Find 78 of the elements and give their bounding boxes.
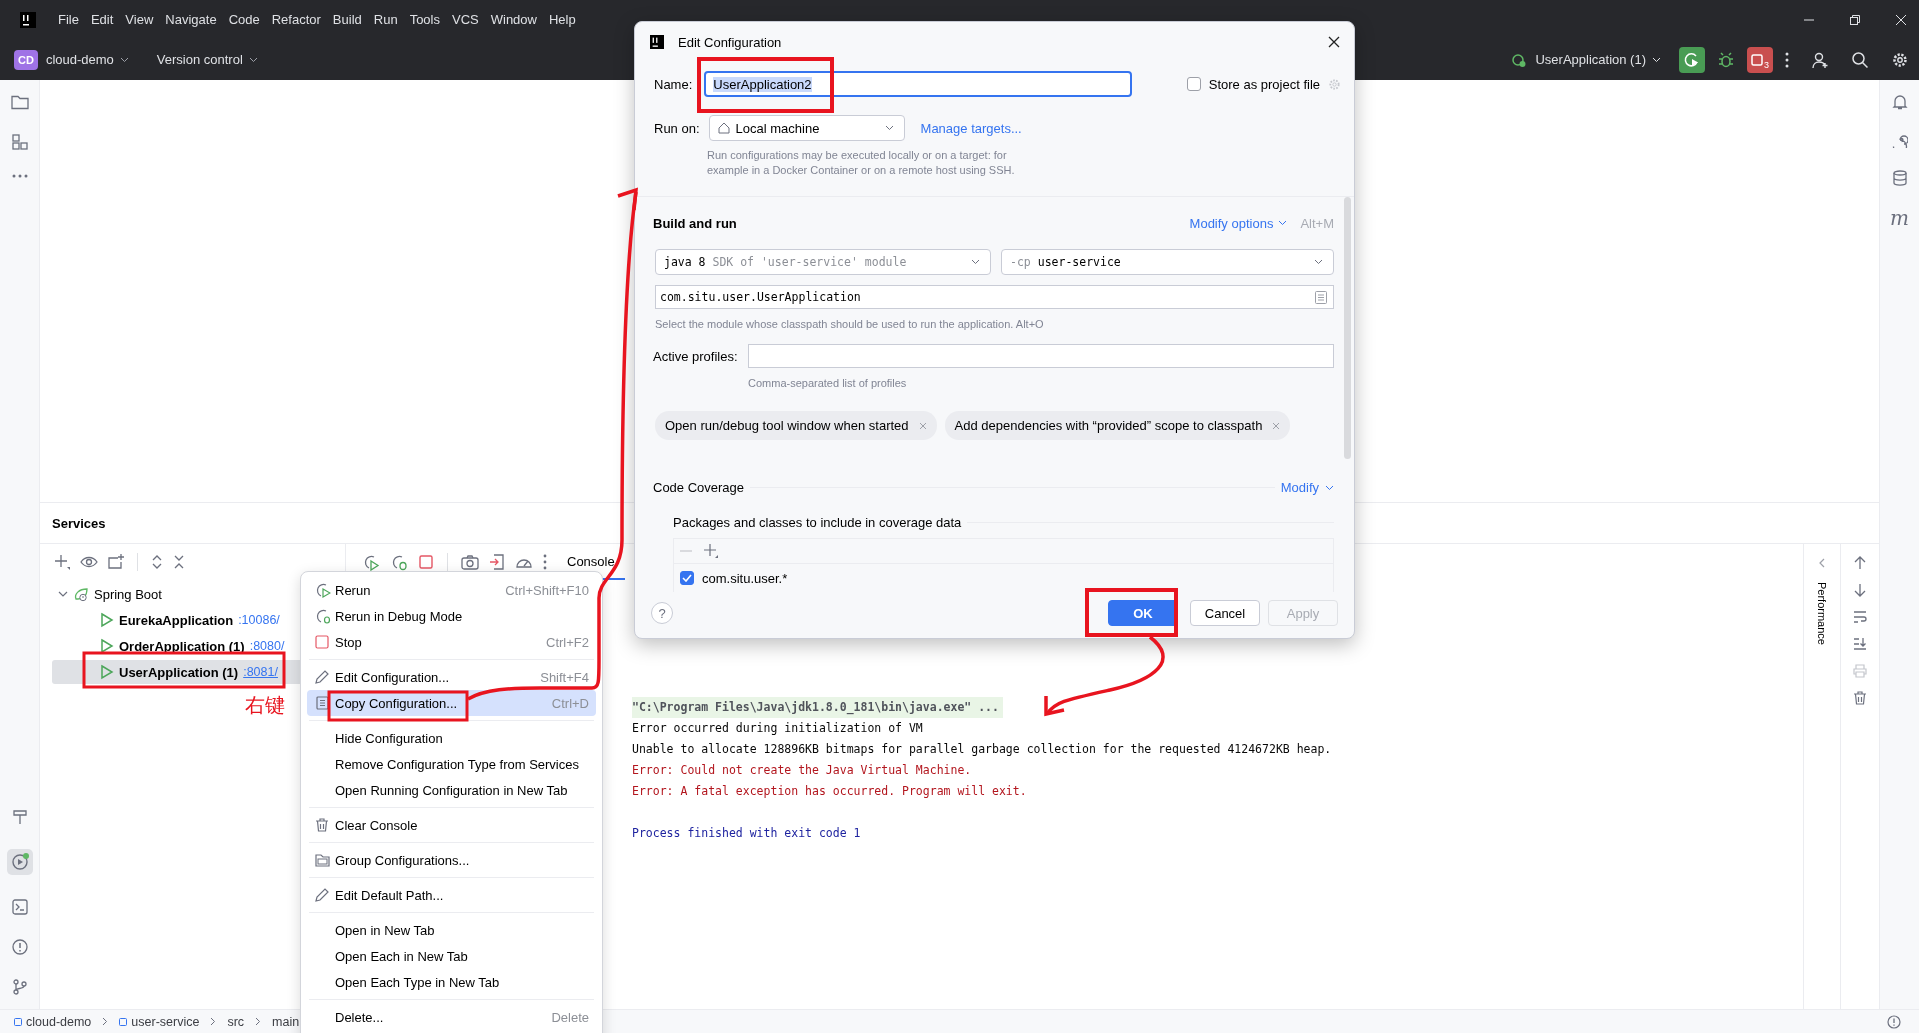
breadcrumb[interactable]: cloud-demo [26,1014,92,1029]
modify-link[interactable]: Modify [1280,480,1319,495]
pattern-label: com.situ.user.* [702,570,788,586]
hint-text: Comma-separated list of profiles [747,377,908,389]
menu-item[interactable]: Run [367,10,404,29]
service-name: EurekaApplication [119,612,234,628]
option-chip[interactable]: Add dependencies with “provided” scope to classpath [944,411,1291,440]
menu-item[interactable]: File [52,10,85,29]
shortcut-hint: Delete [551,1009,589,1025]
project-dropdown[interactable]: cloud-demo [43,52,114,67]
menu-item[interactable]: Open in New Tab [307,917,596,943]
menu-item[interactable]: Open Each in New Tab [307,943,596,969]
modify-options-link[interactable]: Modify options [1189,215,1274,231]
checkbox-label: Store as project file [1208,76,1320,92]
console-line: Error: A fatal exception has occurred. Program will exit. [632,783,1028,800]
run-config-dropdown[interactable]: UserApplication (1) [1533,52,1646,67]
section-title: Build and run [653,215,737,231]
console-line: Error occurred during initialization of VM [632,720,924,737]
menu-item[interactable]: Tools [403,10,446,29]
menu-item[interactable]: Edit [84,10,120,29]
dialog-button[interactable]: Cancel [1190,600,1260,626]
field-label: Name: [654,76,693,92]
menu-item[interactable]: Open Running Configuration in New Tab [307,777,596,803]
shortcut-hint: Ctrl+F2 [546,634,589,650]
hint-text: Run configurations may be executed locally or on a target: for example in a Docker Container or on a remote host using SSH. [706,148,1016,178]
vcs-dropdown[interactable]: Version control [154,52,243,67]
menu-item[interactable]: Copy Configuration... Ctrl+D [307,690,596,716]
field-label: Active profiles: [653,348,738,364]
console-line: Error: Could not create the Java Virtual Machine. [632,762,973,779]
menu-item[interactable]: Refactor [265,10,327,29]
manage-targets-link[interactable]: Manage targets... [920,120,1022,136]
console-line: Unable to allocate 128896KB bitmaps for parallel garbage collection for the requested 4124672KB heap. [632,741,1333,758]
stop-button[interactable]: 3 [1747,46,1773,73]
breadcrumb[interactable]: src [227,1014,245,1029]
menu-item[interactable]: Navigate [159,10,223,29]
main-class-field[interactable]: com.situ.user.UserApplication [655,285,1334,309]
shortcut-hint: Ctrl+Shift+F10 [505,582,589,598]
console-line: Process finished with exit code 1 [632,825,862,842]
classpath-dropdown[interactable]: -cp user-service [1001,249,1334,275]
performance-tab[interactable]: Performance [1816,582,1828,645]
menu-item[interactable]: Window [484,10,543,29]
menu-item[interactable]: View [119,10,160,29]
menu-item[interactable]: Clear Console [307,812,596,838]
shortcut-hint: Shift+F4 [540,669,589,685]
breadcrumb[interactable]: main [272,1014,300,1029]
menu-item[interactable]: Hide Configuration [307,725,596,751]
shortcut-hint: Alt+M [1300,215,1334,231]
field-label: Run on: [654,120,700,136]
name-field[interactable]: UserApplication2 [704,71,1133,97]
help-button[interactable]: ? [651,602,673,624]
port-link[interactable]: :8080/ [249,639,285,653]
subsection-title: Packages and classes to include in coverage data [673,515,962,530]
menu-item[interactable]: Open Each Type in New Tab [307,969,596,995]
maven-tab[interactable]: m [1890,208,1909,228]
hint-text: Select the module whose classpath should be used to run the application. Alt+O [655,318,1045,330]
jdk-dropdown[interactable]: java 8 SDK of 'user-service' module [655,249,991,275]
section-title: Code Coverage [653,480,745,495]
panel-title: Services [52,515,106,531]
run-on-dropdown[interactable]: Local machine [708,115,905,141]
menu-item[interactable]: Group Configurations... [307,847,596,873]
menu-item[interactable]: Delete... Delete [307,1004,596,1030]
menu-item[interactable]: Build [326,10,368,29]
breadcrumb[interactable]: user-service [131,1014,200,1029]
port-link[interactable]: :10086/ [238,613,280,627]
menu-item[interactable]: Stop Ctrl+F2 [307,629,596,655]
project-badge: CD [14,49,38,70]
menu-item[interactable]: VCS [446,10,485,29]
annotation-note: 右键 [245,692,285,719]
option-chip[interactable]: Open run/debug tool window when started [655,411,937,440]
menu-item[interactable]: Help [542,10,582,29]
menu-item[interactable]: Remove Configuration Type from Services [307,751,596,777]
menu-item[interactable]: Rerun Ctrl+Shift+F10 [307,577,596,603]
shortcut-hint: Ctrl+D [551,695,589,711]
menu-item[interactable]: Edit Default Path... [307,882,596,908]
dialog-title: Edit Configuration [678,34,782,50]
tree-group-label[interactable]: Spring Boot [94,586,162,602]
service-name: UserApplication (1) [119,664,239,680]
menu-item[interactable]: Code [222,10,266,29]
